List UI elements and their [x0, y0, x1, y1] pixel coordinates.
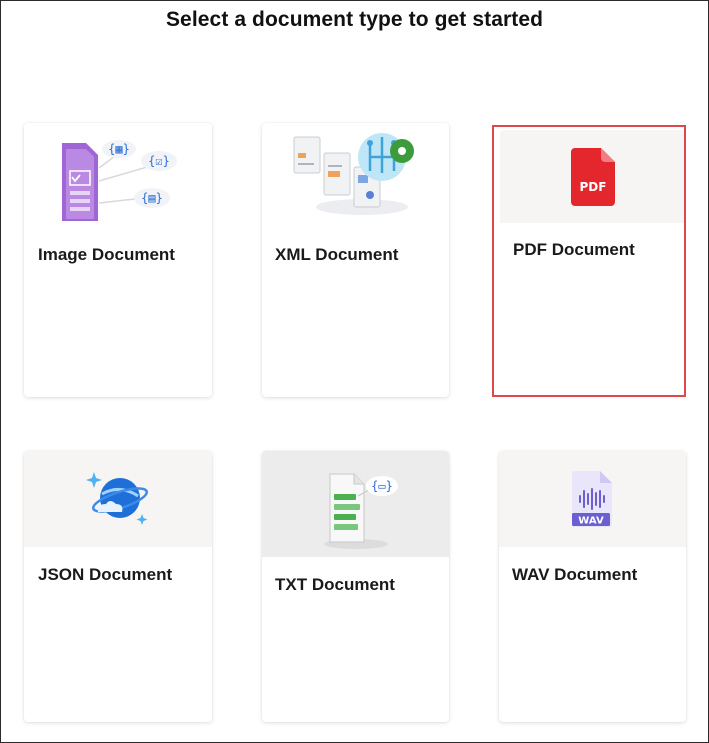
image-document-illustration: {▦} {☑} {▤}: [24, 123, 212, 223]
svg-text:{▭}: {▭}: [371, 479, 393, 493]
svg-text:{▦}: {▦}: [108, 142, 130, 156]
card-label: PDF Document: [513, 240, 635, 259]
card-image-document[interactable]: {▦} {☑} {▤} Image Document: [24, 123, 212, 397]
card-label: JSON Document: [38, 565, 173, 584]
card-json-document[interactable]: JSON Document: [24, 451, 212, 722]
svg-text:{▤}: {▤}: [141, 191, 163, 205]
wav-file-icon: WAV: [571, 471, 612, 527]
card-label: TXT Document: [275, 575, 395, 594]
page-title: Select a document type to get started: [165, 8, 544, 31]
xml-document-illustration: [262, 123, 449, 223]
card-label: Image Document: [38, 245, 175, 264]
card-pdf-document[interactable]: PDF PDF Document: [500, 130, 686, 396]
wav-icon-text: WAV: [578, 516, 604, 527]
card-xml-document[interactable]: XML Document: [262, 123, 449, 397]
card-label: WAV Document: [512, 565, 638, 584]
cosmos-db-planet-icon: [86, 472, 148, 525]
svg-text:{☑}: {☑}: [148, 154, 170, 168]
card-art-area: [24, 451, 212, 547]
pdf-file-icon: PDF: [571, 147, 615, 206]
txt-document-illustration: {▭}: [323, 473, 398, 549]
card-wav-document[interactable]: WAV WAV Document: [499, 451, 686, 722]
card-art-area: WAV: [499, 451, 686, 547]
card-art-area: {▭}: [262, 451, 449, 557]
card-art-area: PDF: [500, 130, 686, 223]
pdf-icon-text: PDF: [580, 180, 607, 194]
card-txt-document[interactable]: {▭} TXT Document: [262, 451, 449, 722]
card-label: XML Document: [275, 245, 399, 264]
